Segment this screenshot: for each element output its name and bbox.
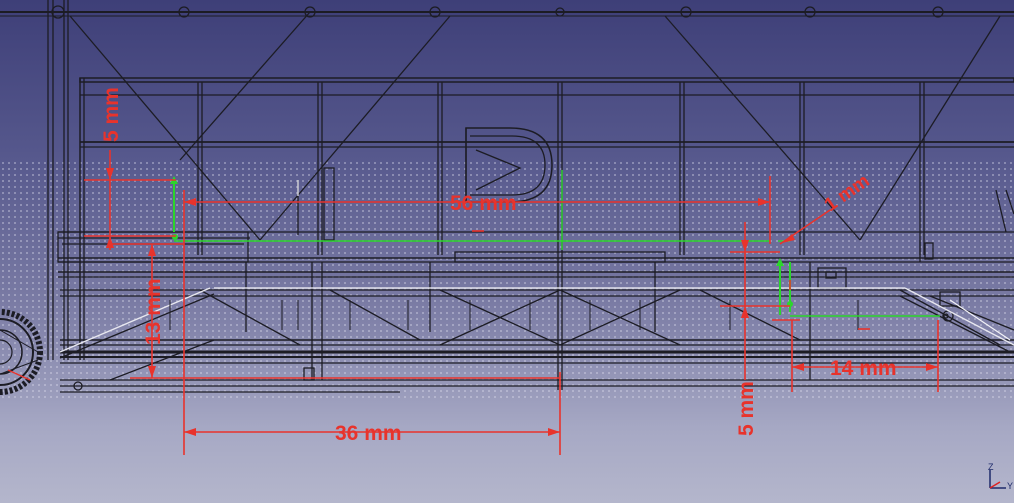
cad-drawing[interactable]: 56 mm 36 mm 14 mm 13 mm 5 mm 5 mm 1 mm Z… <box>0 0 1014 503</box>
dim-5-top-label[interactable]: 5 mm <box>100 87 123 142</box>
x-axis-line <box>989 481 1001 489</box>
dim-14-label[interactable]: 14 mm <box>830 357 897 380</box>
dim-1-label[interactable]: 1 mm <box>821 170 874 216</box>
gear-wheel <box>0 309 43 395</box>
dim-5-right-label[interactable]: 5 mm <box>735 381 758 436</box>
y-axis-label: Y <box>1007 481 1013 491</box>
dim-36-label[interactable]: 36 mm <box>335 422 402 445</box>
z-axis-label: Z <box>988 462 994 472</box>
dim-56-label[interactable]: 56 mm <box>450 192 517 215</box>
sketch-constraints <box>170 170 940 317</box>
dimension-labels: 56 mm 36 mm 14 mm 13 mm 5 mm 5 mm 1 mm <box>100 87 897 445</box>
axis-triad: Z Y <box>988 462 1013 491</box>
3d-viewport[interactable]: 56 mm 36 mm 14 mm 13 mm 5 mm 5 mm 1 mm Z… <box>0 0 1014 503</box>
dim-13-label[interactable]: 13 mm <box>142 278 165 345</box>
